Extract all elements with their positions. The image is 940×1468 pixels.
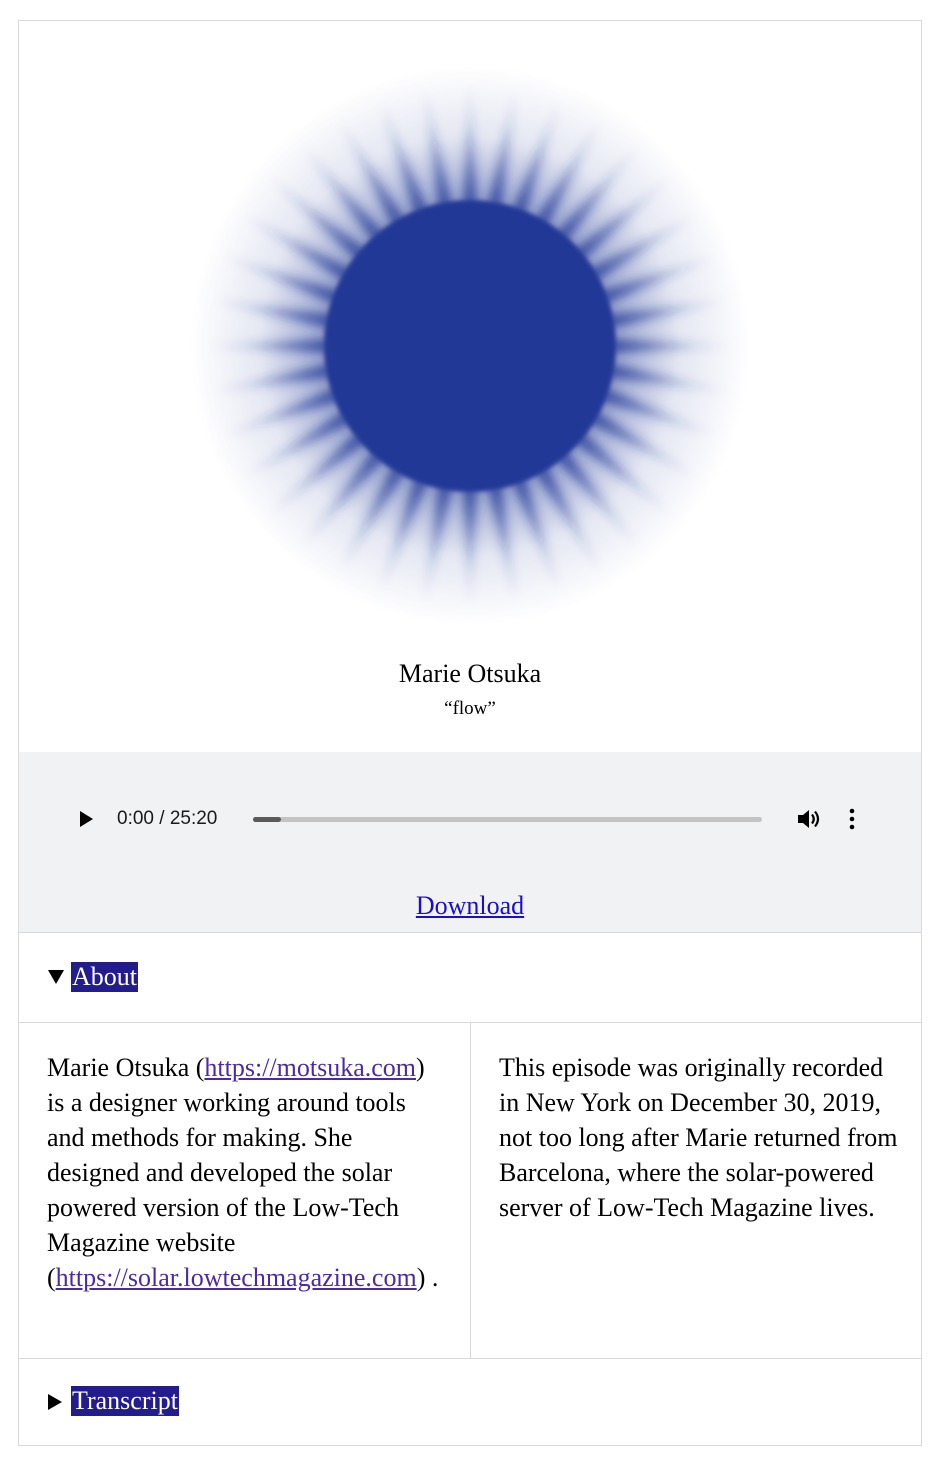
bio-text-1: Marie Otsuka ( bbox=[47, 1053, 205, 1082]
player-section: 0:00 / 25:20 Download bbox=[19, 752, 921, 933]
download-row: Download bbox=[19, 890, 921, 922]
triangle-down-icon bbox=[48, 970, 64, 984]
episode-card: Marie Otsuka “flow” 0:00 / 25:20 Downloa… bbox=[18, 20, 922, 1446]
radiant-sun-icon bbox=[190, 66, 750, 626]
lowtech-link[interactable]: https://solar.lowtechmagazine.com bbox=[56, 1263, 417, 1292]
column-divider bbox=[470, 1022, 471, 1358]
progress-fill bbox=[253, 817, 281, 822]
motsuka-link[interactable]: https://motsuka.com bbox=[204, 1053, 416, 1082]
transcript-toggle[interactable]: Transcript bbox=[19, 1358, 921, 1445]
audio-player: 0:00 / 25:20 bbox=[63, 792, 881, 846]
volume-icon[interactable] bbox=[796, 807, 822, 831]
episode-title: “flow” bbox=[444, 698, 496, 719]
about-recording-note: This episode was originally recorded in … bbox=[499, 1053, 898, 1222]
bio-text-2: ) is a designer working around tools and… bbox=[47, 1053, 425, 1292]
progress-slider[interactable] bbox=[253, 817, 762, 822]
about-label[interactable]: About bbox=[71, 962, 138, 992]
sun-core bbox=[324, 200, 616, 492]
episode-hero: Marie Otsuka “flow” bbox=[19, 21, 921, 753]
time-display: 0:00 / 25:20 bbox=[117, 808, 218, 829]
about-toggle[interactable]: About bbox=[19, 932, 921, 1023]
download-link[interactable]: Download bbox=[416, 891, 524, 920]
bio-text-3: ) . bbox=[416, 1263, 439, 1292]
triangle-right-icon bbox=[48, 1394, 62, 1410]
more-vertical-icon[interactable] bbox=[847, 807, 857, 831]
play-icon[interactable] bbox=[77, 810, 95, 828]
about-content: Marie Otsuka (https://motsuka.com) is a … bbox=[19, 1022, 921, 1359]
guest-name: Marie Otsuka bbox=[398, 659, 542, 688]
about-bio: Marie Otsuka (https://motsuka.com) is a … bbox=[47, 1050, 447, 1295]
transcript-label[interactable]: Transcript bbox=[71, 1386, 179, 1416]
